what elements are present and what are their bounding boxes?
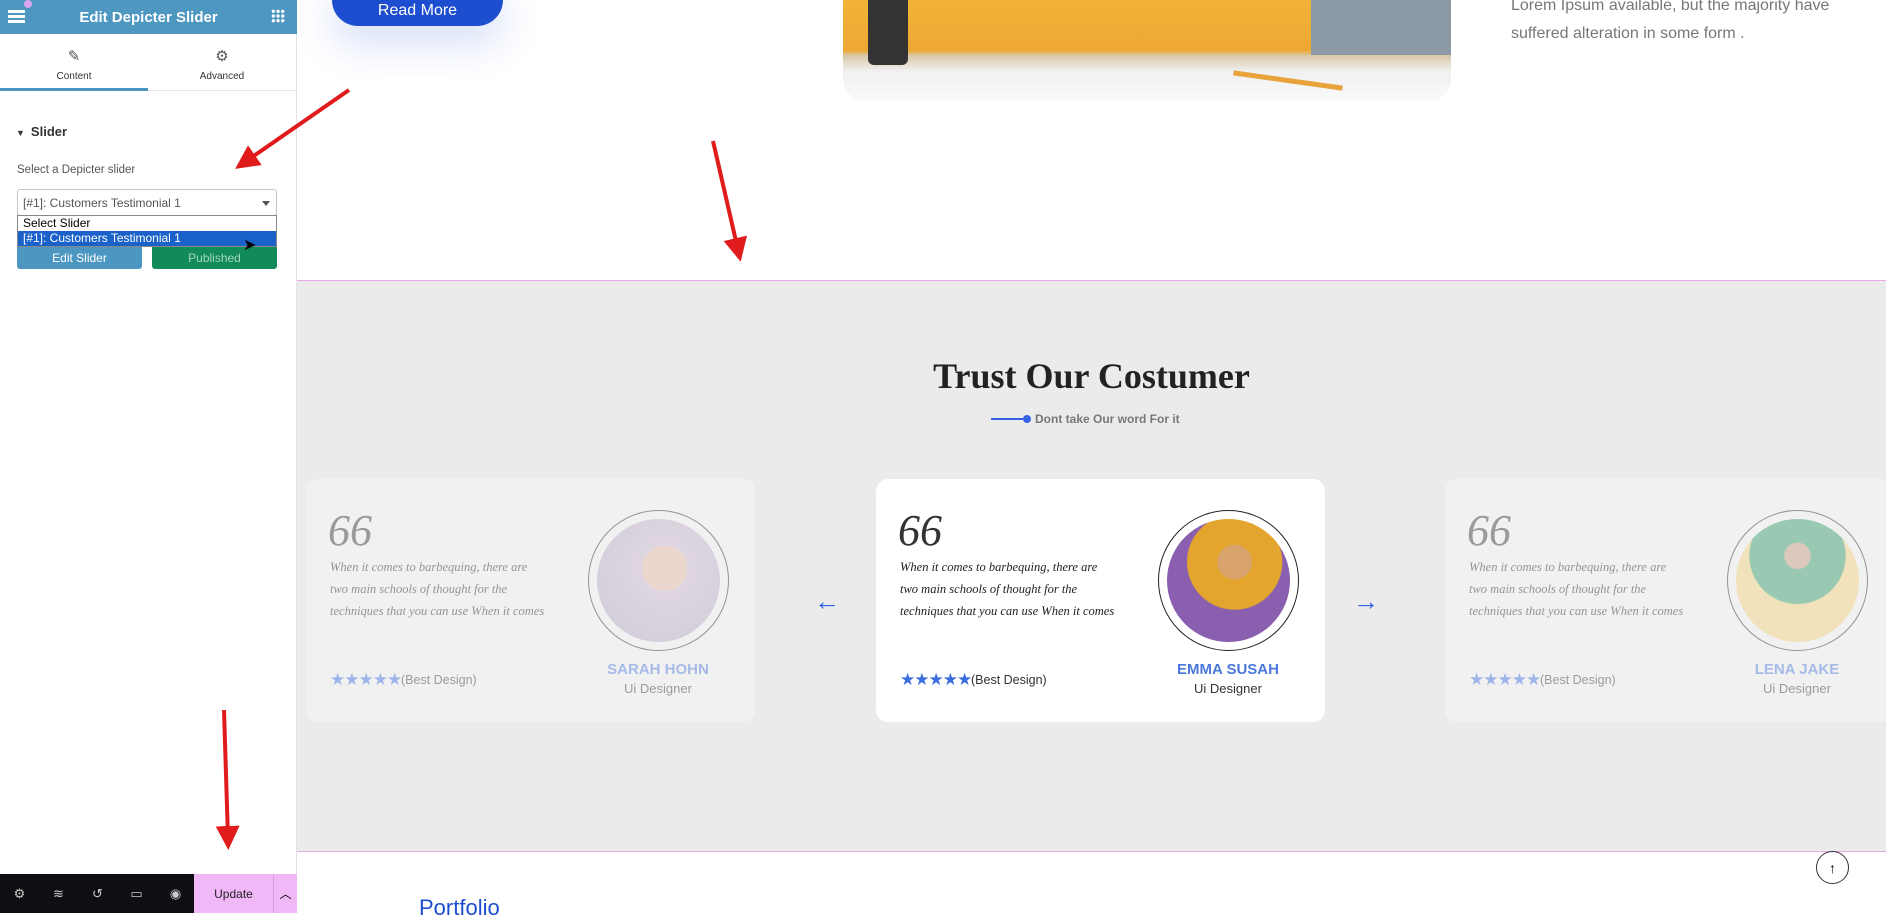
intro-text: Lorem Ipsum available, but the majority … (1511, 0, 1871, 48)
select-value: [#1]: Customers Testimonial 1 (23, 196, 181, 210)
gear-icon: ⚙ (215, 48, 229, 65)
divider-dot (1023, 415, 1031, 423)
gear-icon[interactable]: ⚙ (0, 874, 39, 913)
menu-icon[interactable] (8, 10, 25, 23)
star-icon: ★ (900, 670, 915, 689)
quote-icon: 66 (898, 506, 942, 555)
dropdown-arrow-icon (262, 201, 270, 210)
star-icon: ★ (1526, 670, 1541, 689)
customer-name: SARAH HOHN (607, 661, 709, 678)
intro-line: Lorem Ipsum available, but the majority … (1511, 0, 1830, 14)
mouse-cursor-icon: ➤ (243, 237, 257, 254)
tab-label: Content (56, 71, 92, 82)
customer-name: LENA JAKE (1754, 661, 1840, 678)
star-rating: ★★★★★ (1469, 670, 1541, 690)
star-rating: ★★★★★ (330, 670, 402, 690)
testimonial-card: 66 When it comes to barbequing, there ar… (1445, 479, 1886, 722)
avatar (588, 510, 729, 651)
rating-label: (Best Design) (1540, 673, 1616, 687)
tab-label: Advanced (199, 71, 245, 82)
customer-role: Ui Designer (624, 681, 692, 696)
select-dropdown: Select Slider [#1]: Customers Testimonia… (17, 215, 277, 247)
published-button[interactable]: Published (152, 247, 277, 269)
read-more-button[interactable]: Read More (332, 0, 503, 26)
testimonial-quote: When it comes to barbequing, there are t… (900, 560, 1115, 618)
caret-down-icon: ▼ (16, 128, 25, 138)
divider-line (991, 418, 1023, 420)
tab-advanced[interactable]: ⚙ Advanced (148, 34, 296, 91)
star-icon: ★ (1497, 670, 1513, 689)
section-subtitle: Dont take Our word For it (991, 412, 1180, 426)
subtitle-text: Dont take Our word For it (1035, 412, 1180, 426)
star-icon: ★ (372, 670, 388, 689)
testimonial-card: 66 When it comes to barbequing, there ar… (876, 479, 1325, 722)
responsive-icon[interactable]: ▭ (117, 874, 156, 913)
section-toggle-slider[interactable]: ▼ Slider (16, 124, 67, 139)
section-title: Trust Our Costumer (933, 356, 1250, 396)
notification-dot (24, 0, 32, 8)
star-icon: ★ (358, 670, 374, 689)
panel-header: Edit Depicter Slider (0, 0, 297, 34)
select-label: Select a Depicter slider (17, 164, 136, 176)
portfolio-heading: Portfolio (419, 895, 500, 920)
star-icon: ★ (928, 670, 944, 689)
star-rating: ★★★★★ (900, 670, 972, 690)
star-icon: ★ (344, 670, 359, 689)
rating-label: (Best Design) (401, 673, 477, 687)
chevron-up-icon[interactable]: ︿ (273, 874, 297, 913)
rating-label: (Best Design) (971, 673, 1047, 687)
prev-arrow-button[interactable]: ← (814, 586, 840, 617)
star-icon: ★ (914, 670, 929, 689)
eye-icon[interactable]: ◉ (156, 874, 195, 913)
star-icon: ★ (957, 670, 972, 689)
layers-icon[interactable]: ≋ (39, 874, 78, 913)
quote-icon: 66 (328, 506, 372, 555)
quote-icon: 66 (1467, 506, 1511, 555)
star-icon: ★ (942, 670, 958, 689)
star-icon: ★ (330, 670, 345, 689)
pencil-icon: ✎ (67, 48, 81, 65)
customer-name: EMMA SUSAH (1177, 661, 1279, 678)
customer-role: Ui Designer (1194, 681, 1262, 696)
avatar (1158, 510, 1299, 651)
slider-select[interactable]: [#1]: Customers Testimonial 1 (17, 189, 277, 216)
avatar (1727, 510, 1868, 651)
next-arrow-button[interactable]: → (1353, 586, 1379, 617)
dropdown-option[interactable]: Select Slider (18, 216, 276, 231)
intro-line: suffered alteration in some form . (1511, 25, 1745, 42)
panel-title: Edit Depicter Slider (79, 8, 218, 26)
star-icon: ★ (387, 670, 402, 689)
testimonial-quote: When it comes to barbequing, there are t… (330, 560, 545, 618)
star-icon: ★ (1483, 670, 1498, 689)
widgets-grid-icon[interactable] (271, 9, 285, 23)
star-icon: ★ (1469, 670, 1484, 689)
customer-role: Ui Designer (1763, 681, 1831, 696)
update-button[interactable]: Update (194, 874, 273, 913)
star-icon: ★ (1511, 670, 1527, 689)
history-icon[interactable]: ↺ (78, 874, 117, 913)
hero-image (843, 0, 1451, 101)
editor-panel: Edit Depicter Slider ✎ Content ⚙ Advanced … (0, 0, 297, 913)
testimonial-card: 66 When it comes to barbequing, there ar… (306, 479, 755, 722)
scroll-to-top-button[interactable]: ↑ (1816, 851, 1849, 884)
annotation-arrow (711, 140, 748, 262)
tab-content[interactable]: ✎ Content (0, 34, 148, 91)
edit-slider-button[interactable]: Edit Slider (17, 247, 142, 269)
dropdown-option-selected[interactable]: [#1]: Customers Testimonial 1 (18, 231, 276, 246)
testimonial-quote: When it comes to barbequing, there are t… (1469, 560, 1684, 618)
section-title: Slider (30, 124, 68, 139)
